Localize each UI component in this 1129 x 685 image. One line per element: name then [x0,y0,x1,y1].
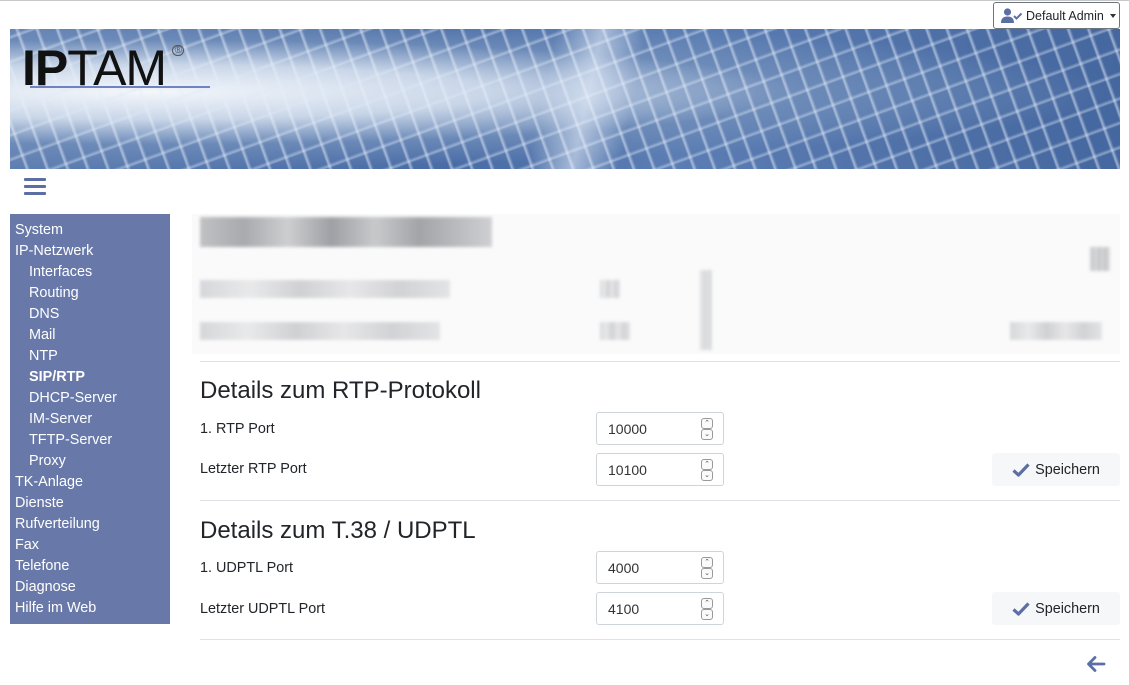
number-spinner[interactable]: ⌃ ⌄ [701,557,713,579]
rtp-last-port-input[interactable]: 10100 ⌃ ⌄ [596,453,724,486]
sidebar-item-im-server[interactable]: IM-Server [10,409,170,430]
section-divider [200,639,1120,640]
sidebar-item-proxy[interactable]: Proxy [10,451,170,472]
spin-up-icon[interactable]: ⌃ [701,557,713,568]
redacted-title [200,217,492,247]
sidebar-item-mail[interactable]: Mail [10,325,170,346]
section-divider [200,500,1120,501]
sidebar-item-hilfe-im-web[interactable]: Hilfe im Web [10,598,170,619]
udptl-section-title: Details zum T.38 / UDPTL [200,517,476,544]
spin-down-icon[interactable]: ⌄ [701,568,713,579]
redacted-section [192,214,1120,354]
registered-mark: ® [171,45,185,56]
checkmark-icon [1012,601,1030,616]
hamburger-icon[interactable] [24,178,46,196]
rtp-first-port-value: 10000 [608,420,647,437]
spin-up-icon[interactable]: ⌃ [701,459,713,470]
udptl-first-port-label: 1. UDPTL Port [200,560,294,576]
spin-up-icon[interactable]: ⌃ [701,598,713,609]
sidebar-item-rufverteilung[interactable]: Rufverteilung [10,514,170,535]
spin-up-icon[interactable]: ⌃ [701,418,713,429]
user-menu-button[interactable]: Default Admin [993,2,1120,29]
sidebar-item-sip-rtp[interactable]: SIP/RTP [10,367,170,388]
udptl-first-port-value: 4000 [608,559,640,576]
logo-underline [30,86,210,88]
rtp-save-button[interactable]: Speichern [992,453,1120,486]
udptl-save-button[interactable]: Speichern [992,592,1120,625]
sidebar-nav: System IP-Netzwerk Interfaces Routing DNS Mai… [10,214,170,624]
user-menu-label: Default Admin [1026,8,1104,23]
save-label: Speichern [1035,461,1100,478]
checkmark-icon [1012,462,1030,477]
redacted-icon [1090,247,1110,271]
redacted-label [200,280,450,298]
sidebar-item-fax[interactable]: Fax [10,535,170,556]
sidebar-item-tk-anlage[interactable]: TK-Anlage [10,472,170,493]
sidebar-item-ntp[interactable]: NTP [10,346,170,367]
redacted-button [1010,322,1102,340]
number-spinner[interactable]: ⌃ ⌄ [701,418,713,440]
sidebar-item-dns[interactable]: DNS [10,304,170,325]
spin-down-icon[interactable]: ⌄ [701,609,713,620]
redacted-value [600,280,620,298]
sidebar-item-ip-netzwerk[interactable]: IP-Netzwerk [10,241,170,262]
arrow-left-icon[interactable] [1086,655,1106,673]
udptl-last-port-value: 4100 [608,600,640,617]
header-banner: IPTAM ® [10,29,1120,169]
save-label: Speichern [1035,600,1100,617]
sidebar-item-dienste[interactable]: Dienste [10,493,170,514]
rtp-first-port-label: 1. RTP Port [200,421,275,437]
banner-decoration [516,29,654,169]
rtp-last-port-value: 10100 [608,461,647,478]
sidebar-item-interfaces[interactable]: Interfaces [10,262,170,283]
sidebar-item-tftp-server[interactable]: TFTP-Server [10,430,170,451]
caret-down-icon [1109,13,1116,18]
section-divider [200,361,1120,362]
sidebar-item-diagnose[interactable]: Diagnose [10,577,170,598]
sidebar-item-telefone[interactable]: Telefone [10,556,170,577]
udptl-first-port-input[interactable]: 4000 ⌃ ⌄ [596,551,724,584]
spin-down-icon[interactable]: ⌄ [701,470,713,481]
udptl-last-port-label: Letzter UDPTL Port [200,601,326,617]
rtp-section-title: Details zum RTP-Protokoll [200,377,481,404]
rtp-last-port-label: Letzter RTP Port [200,461,307,477]
spin-down-icon[interactable]: ⌄ [701,429,713,440]
rtp-first-port-input[interactable]: 10000 ⌃ ⌄ [596,412,724,445]
sidebar-item-dhcp-server[interactable]: DHCP-Server [10,388,170,409]
redacted-label [200,322,440,340]
redacted-value [600,322,630,340]
sidebar-item-routing[interactable]: Routing [10,283,170,304]
user-check-icon [1001,7,1023,24]
udptl-last-port-input[interactable]: 4100 ⌃ ⌄ [596,592,724,625]
number-spinner[interactable]: ⌃ ⌄ [701,459,713,481]
sidebar-item-system[interactable]: System [10,220,170,241]
redacted-value [700,270,712,350]
number-spinner[interactable]: ⌃ ⌄ [701,598,713,620]
